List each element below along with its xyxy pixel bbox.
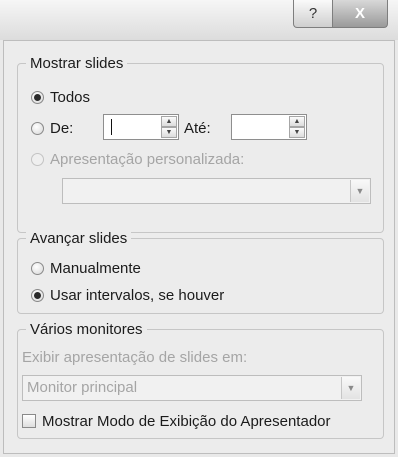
timings-option[interactable]: Usar intervalos, se houver	[31, 284, 224, 306]
display-on-label: Exibir apresentação de slides em:	[22, 348, 248, 366]
chevron-down-icon[interactable]: ▼	[350, 180, 369, 202]
advance-slides-group: Avançar slides Manualmente Usar interval…	[17, 229, 384, 314]
manual-option[interactable]: Manualmente	[31, 257, 141, 279]
presenter-view-checkbox[interactable]	[22, 414, 36, 428]
to-label: Até:	[184, 119, 211, 137]
presenter-view-label: Mostrar Modo de Exibição do Apresentador	[42, 412, 331, 430]
dialog-body: Mostrar slides Todos De: ▲ ▼ Até: ▲ ▼ Ap…	[3, 40, 395, 454]
show-slides-group: Mostrar slides Todos De: ▲ ▼ Até: ▲ ▼ Ap…	[17, 54, 384, 233]
from-spin-up-icon[interactable]: ▲	[161, 116, 177, 127]
all-slides-radio[interactable]	[31, 90, 44, 104]
help-button[interactable]: ?	[293, 0, 333, 28]
from-option[interactable]: De:	[31, 117, 73, 139]
close-button[interactable]: X	[332, 0, 388, 28]
from-spin-buttons: ▲ ▼	[161, 116, 177, 138]
to-spinner[interactable]: ▲ ▼	[231, 114, 307, 140]
custom-show-select[interactable]: ▼	[62, 178, 371, 204]
from-radio[interactable]	[31, 121, 44, 135]
custom-show-radio[interactable]	[31, 152, 44, 166]
all-slides-label: Todos	[50, 88, 91, 106]
manual-radio[interactable]	[31, 261, 44, 275]
timings-radio[interactable]	[31, 288, 44, 302]
from-spinner[interactable]: ▲ ▼	[103, 114, 179, 140]
all-slides-option[interactable]: Todos	[31, 86, 90, 108]
timings-label: Usar intervalos, se houver	[50, 286, 225, 304]
to-option: Até:	[184, 117, 211, 139]
chevron-down-icon[interactable]: ▼	[341, 377, 360, 399]
advance-slides-legend: Avançar slides	[26, 229, 132, 249]
to-spin-down-icon[interactable]: ▼	[289, 127, 305, 138]
show-slides-legend: Mostrar slides	[26, 54, 128, 74]
to-spin-up-icon[interactable]: ▲	[289, 116, 305, 127]
from-label: De:	[50, 119, 74, 137]
custom-show-label: Apresentação personalizada:	[50, 150, 245, 168]
monitor-select[interactable]: Monitor principal ▼	[22, 375, 362, 401]
display-on-row: Exibir apresentação de slides em:	[22, 346, 247, 368]
text-cursor	[111, 119, 112, 135]
help-icon: ?	[308, 5, 318, 22]
close-icon: X	[354, 5, 365, 22]
to-spin-buttons: ▲ ▼	[289, 116, 305, 138]
dialog-titlebar: ? X	[0, 0, 398, 40]
manual-label: Manualmente	[50, 259, 141, 277]
from-spin-down-icon[interactable]: ▼	[161, 127, 177, 138]
monitor-select-value: Monitor principal	[27, 379, 138, 396]
custom-show-option[interactable]: Apresentação personalizada:	[31, 148, 244, 170]
monitors-group: Vários monitores Exibir apresentação de …	[17, 320, 384, 439]
monitors-legend: Vários monitores	[26, 320, 147, 340]
presenter-view-option[interactable]: Mostrar Modo de Exibição do Apresentador	[22, 410, 331, 432]
